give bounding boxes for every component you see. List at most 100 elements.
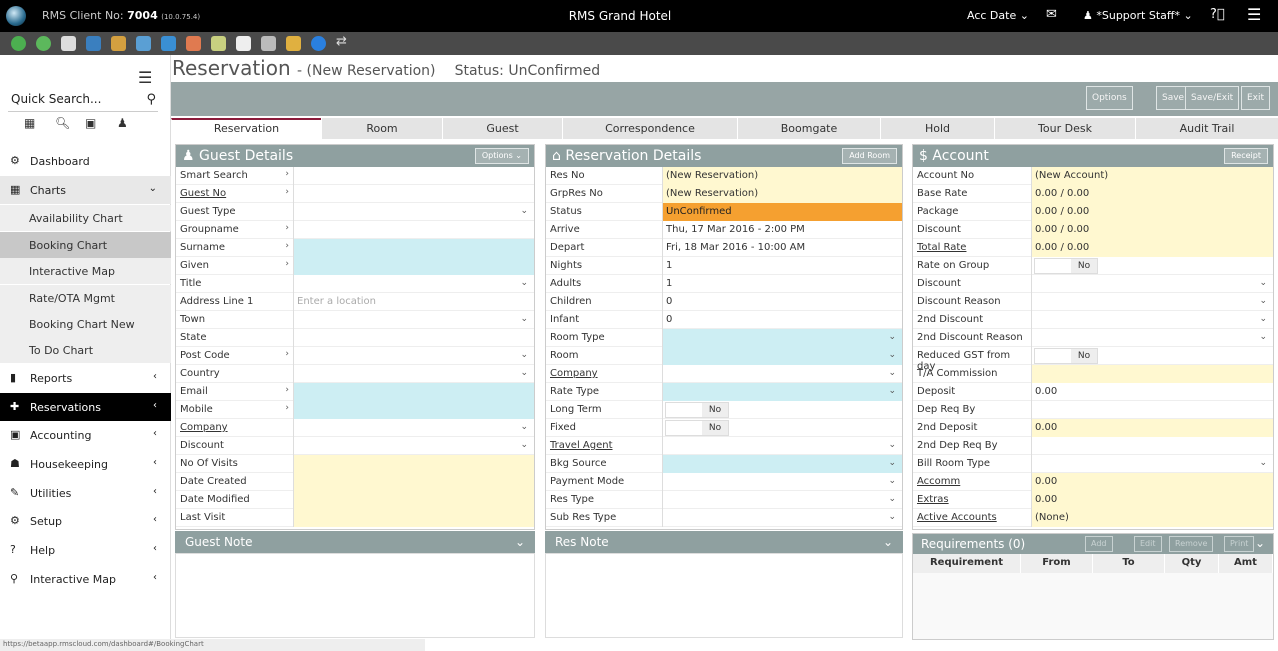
discount-input[interactable]: ⌄	[1032, 275, 1273, 293]
surname-input[interactable]	[294, 239, 534, 257]
tab-reservation[interactable]: Reservation	[171, 118, 321, 139]
print-requirement-button[interactable]: Print	[1224, 536, 1255, 552]
reduced-gst-from-day-toggle[interactable]: No	[1034, 348, 1098, 364]
t-a-commission-input[interactable]	[1032, 365, 1273, 383]
acc-date-dropdown[interactable]: Acc Date ⌄	[967, 9, 1029, 22]
account-header-button[interactable]: Receipt	[1224, 148, 1268, 164]
base-rate-input[interactable]: 0.00 / 0.00	[1032, 185, 1273, 203]
children-input[interactable]: 0	[663, 293, 902, 311]
town-input[interactable]: ⌄	[294, 311, 534, 329]
user-menu[interactable]: ♟ *Support Staff* ⌄	[1083, 9, 1193, 22]
guest-icon[interactable]	[286, 36, 301, 51]
sub-res-type-input[interactable]: ⌄	[663, 509, 902, 527]
total-rate-label[interactable]: Total Rate	[913, 239, 1032, 257]
sidebar-item-reports[interactable]: ▮ Reports ‹	[0, 364, 171, 392]
smart-search-input[interactable]	[294, 167, 534, 185]
sidebar-subitem-availability-chart[interactable]: Availability Chart	[0, 205, 171, 231]
tab-boomgate[interactable]: Boomgate	[737, 118, 880, 139]
sidebar-item-charts[interactable]: ▦ Charts ⌄	[0, 176, 171, 204]
calendar-icon[interactable]	[186, 36, 201, 51]
no-of-visits-input[interactable]	[294, 455, 534, 473]
company-label[interactable]: Company	[176, 419, 294, 437]
groupname-input[interactable]	[294, 221, 534, 239]
options-button[interactable]: Options	[1086, 86, 1133, 110]
2nd-dep-req-by-input[interactable]	[1032, 437, 1273, 455]
refresh-icon[interactable]	[36, 36, 51, 51]
date-modified-input[interactable]	[294, 491, 534, 509]
travel-agent-label[interactable]: Travel Agent	[546, 437, 663, 455]
calendar-icon[interactable]: ▦	[24, 116, 35, 130]
chevron-right-icon[interactable]: ›	[285, 403, 289, 413]
mail-icon[interactable]: ✉	[1046, 7, 1057, 22]
payment-mode-input[interactable]: ⌄	[663, 473, 902, 491]
document-icon[interactable]	[236, 36, 251, 51]
sidebar-item-setup[interactable]: ⚙ Setup ‹	[0, 507, 171, 535]
last-visit-input[interactable]	[294, 509, 534, 527]
add-requirement-button[interactable]: Add	[1085, 536, 1113, 552]
sidebar-subitem-rate-ota-mgmt[interactable]: Rate/OTA Mgmt	[0, 285, 171, 311]
register-icon[interactable]	[261, 36, 276, 51]
column-header[interactable]: To	[1093, 554, 1165, 573]
edit-requirement-button[interactable]: Edit	[1134, 536, 1162, 552]
money-icon[interactable]	[211, 36, 226, 51]
tab-room[interactable]: Room	[321, 118, 442, 139]
company-input[interactable]: ⌄	[663, 365, 902, 383]
active-accounts-label[interactable]: Active Accounts	[913, 509, 1032, 527]
discount-input[interactable]: 0.00 / 0.00	[1032, 221, 1273, 239]
discount-input[interactable]: ⌄	[294, 437, 534, 455]
guest-type-input[interactable]: ⌄	[294, 203, 534, 221]
sidebar-subitem-booking-chart[interactable]: Booking Chart	[0, 232, 171, 258]
sidebar-item-interactive-map[interactable]: ⚲ Interactive Map ‹	[0, 565, 171, 593]
chevron-right-icon[interactable]: ›	[285, 169, 289, 179]
tab-audit-trail[interactable]: Audit Trail	[1135, 118, 1278, 139]
chevron-right-icon[interactable]: ›	[285, 223, 289, 233]
rate-on-group-input[interactable]: No	[1032, 257, 1273, 275]
chevron-down-icon[interactable]: ⌄	[1255, 536, 1265, 550]
sidebar-item-accounting[interactable]: ▣ Accounting ‹	[0, 421, 171, 449]
chevron-right-icon[interactable]: ›	[285, 385, 289, 395]
country-input[interactable]: ⌄	[294, 365, 534, 383]
menu-icon[interactable]: ☰	[1247, 5, 1261, 24]
quick-search-input[interactable]: Quick Search... ⚲	[8, 92, 158, 112]
accomm-label[interactable]: Accomm	[913, 473, 1032, 491]
rate-on-group-toggle[interactable]: No	[1034, 258, 1098, 274]
fixed-input[interactable]: No	[663, 419, 902, 437]
address-line-1-input[interactable]: Enter a location	[294, 293, 534, 311]
gear-icon[interactable]	[136, 36, 151, 51]
person-icon[interactable]	[111, 36, 126, 51]
chevron-right-icon[interactable]: ›	[285, 349, 289, 359]
accomm-input[interactable]: 0.00	[1032, 473, 1273, 491]
sidebar-subitem-to-do-chart[interactable]: To Do Chart	[0, 337, 171, 363]
extras-label[interactable]: Extras	[913, 491, 1032, 509]
long-term-toggle[interactable]: No	[665, 402, 729, 418]
guest-header-button[interactable]: Options ⌄	[474, 148, 529, 164]
travel-agent-input[interactable]: ⌄	[663, 437, 902, 455]
sidebar-item-dashboard[interactable]: ⚙ Dashboard	[0, 147, 171, 175]
exit-button[interactable]: Exit	[1241, 86, 1271, 110]
long-term-input[interactable]: No	[663, 401, 902, 419]
quote-icon[interactable]	[311, 36, 326, 51]
tab-tour-desk[interactable]: Tour Desk	[994, 118, 1135, 139]
tab-hold[interactable]: Hold	[880, 118, 994, 139]
title-input[interactable]: ⌄	[294, 275, 534, 293]
chevron-right-icon[interactable]: ›	[285, 259, 289, 269]
res-no-input[interactable]: (New Reservation)	[663, 167, 902, 185]
fixed-toggle[interactable]: No	[665, 420, 729, 436]
package-input[interactable]: 0.00 / 0.00	[1032, 203, 1273, 221]
res-note-header[interactable]: Res Note ⌄	[545, 531, 903, 553]
room-input[interactable]: ⌄	[663, 347, 902, 365]
dep-req-by-input[interactable]	[1032, 401, 1273, 419]
reduced-gst-from-day-input[interactable]: No	[1032, 347, 1273, 365]
arrive-input[interactable]: Thu, 17 Mar 2016 - 2:00 PM	[663, 221, 902, 239]
mobile-input[interactable]	[294, 401, 534, 419]
chevron-right-icon[interactable]: ›	[285, 241, 289, 251]
sidebar-item-help[interactable]: ? Help ‹	[0, 536, 171, 564]
depart-input[interactable]: Fri, 18 Mar 2016 - 10:00 AM	[663, 239, 902, 257]
list-icon[interactable]	[61, 36, 76, 51]
cash-icon[interactable]: ▣	[85, 116, 96, 130]
search-icon[interactable]: 🔍︎	[55, 116, 70, 130]
room-type-input[interactable]: ⌄	[663, 329, 902, 347]
guest-note-textarea[interactable]	[175, 553, 535, 638]
help-icon[interactable]: ?⃝	[1210, 7, 1225, 22]
grpres-no-input[interactable]: (New Reservation)	[663, 185, 902, 203]
